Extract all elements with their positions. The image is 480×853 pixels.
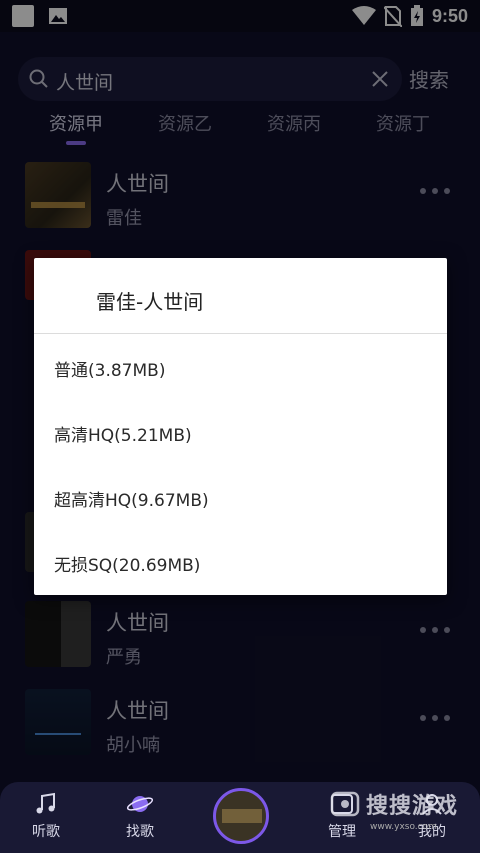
dialog-title: 雷佳-人世间: [96, 290, 204, 314]
planet-icon: [126, 796, 154, 812]
divider: [34, 333, 447, 334]
quality-option-lossless[interactable]: 无损SQ(20.69MB): [34, 531, 447, 596]
now-playing-disc[interactable]: [213, 788, 269, 844]
watermark-logo-icon: [330, 791, 360, 817]
watermark-url: www.yxso.com: [370, 822, 437, 832]
nav-listen[interactable]: 听歌: [16, 790, 76, 841]
nav-find[interactable]: 找歌: [110, 790, 170, 841]
quality-dialog: 雷佳-人世间 普通(3.87MB) 高清HQ(5.21MB) 超高清HQ(9.6…: [34, 258, 447, 595]
quality-option-super-hq[interactable]: 超高清HQ(9.67MB): [34, 466, 447, 531]
music-note-icon: [36, 792, 55, 814]
quality-option-hq[interactable]: 高清HQ(5.21MB): [34, 401, 447, 466]
quality-option-standard[interactable]: 普通(3.87MB): [34, 336, 447, 401]
watermark: 搜搜游戏: [330, 788, 458, 820]
